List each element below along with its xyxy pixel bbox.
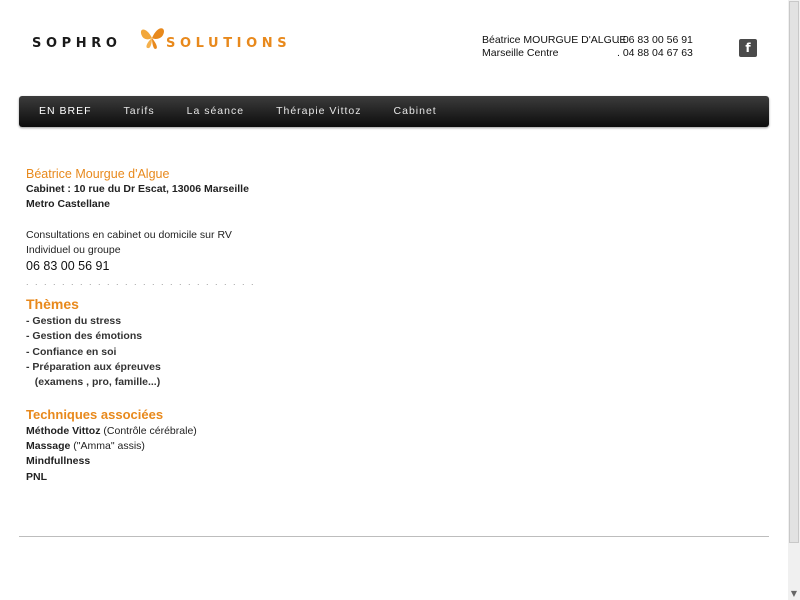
butterfly-logo-icon (140, 28, 164, 49)
nav-item-therapie-vittoz[interactable]: Thérapie Vittoz (260, 96, 377, 127)
technique-vittoz-detail: (Contrôle cérébrale) (100, 424, 197, 437)
technique-vittoz-name: Méthode Vittoz (26, 424, 101, 437)
technique-massage-name: Massage (26, 439, 71, 452)
technique-pnl: PNL (26, 470, 47, 483)
technique-mindfullness: Mindfullness (26, 455, 91, 468)
vertical-scrollbar[interactable]: ▼ (788, 0, 800, 600)
nav-item-la-seance[interactable]: La séance (171, 96, 260, 127)
nav-item-tarifs[interactable]: Tarifs (108, 96, 171, 127)
cabinet-address: Cabinet : 10 rue du Dr Escat, 13006 Mars… (26, 183, 249, 195)
technique-massage: Massage ("Amma" assis) (26, 439, 426, 454)
footer-divider (19, 536, 769, 537)
theme-item: - Gestion du stress (26, 315, 122, 328)
header-contact: Béatrice MOURGUE D'ALGUE . 06 83 00 56 9… (482, 34, 693, 60)
theme-item: - Gestion des émotions (26, 330, 143, 343)
facebook-icon[interactable]: f (739, 39, 757, 57)
metro-station: Metro Castellane (26, 198, 111, 211)
themes-title: Thèmes (26, 296, 79, 313)
contact-mobile-phone: . 06 83 00 56 91 (617, 34, 693, 46)
theme-item: - Confiance en soi (26, 345, 117, 358)
scroll-down-arrow-icon[interactable]: ▼ (788, 588, 800, 600)
nav-item-en-bref[interactable]: EN BREF (23, 96, 108, 127)
session-mode: Individuel ou groupe (26, 243, 121, 256)
technique-massage-detail: ("Amma" assis) (70, 439, 145, 452)
contact-office-phone: . 04 88 04 67 63 (617, 47, 693, 59)
main-phone: 06 83 00 56 91 (26, 259, 110, 274)
contact-name: Béatrice MOURGUE D'ALGUE (482, 34, 627, 46)
logo-word-sophro: SOPHRO (32, 36, 122, 51)
site-logo[interactable]: SOPHRO SOLUTIONS (32, 22, 322, 56)
practitioner-name: Béatrice Mourgue d'Algue (26, 167, 170, 181)
dotted-separator: . . . . . . . . . . . . . . . . . . . . … (26, 277, 258, 288)
contact-location: Marseille Centre (482, 47, 559, 59)
theme-item: (examens , pro, famille...) (26, 376, 161, 389)
nav-item-cabinet[interactable]: Cabinet (378, 96, 453, 127)
scrollbar-thumb[interactable] (789, 1, 799, 543)
consultation-info: Consultations en cabinet ou domicile sur… (26, 228, 232, 241)
techniques-title: Techniques associées (26, 406, 164, 422)
logo-word-solutions: SOLUTIONS (166, 36, 292, 51)
main-nav: EN BREF Tarifs La séance Thérapie Vittoz… (19, 96, 769, 127)
technique-vittoz: Méthode Vittoz (Contrôle cérébrale) (26, 424, 426, 439)
theme-item: - Préparation aux épreuves (26, 361, 161, 374)
main-content: Béatrice Mourgue d'Algue Cabinet : 10 ru… (26, 166, 426, 485)
